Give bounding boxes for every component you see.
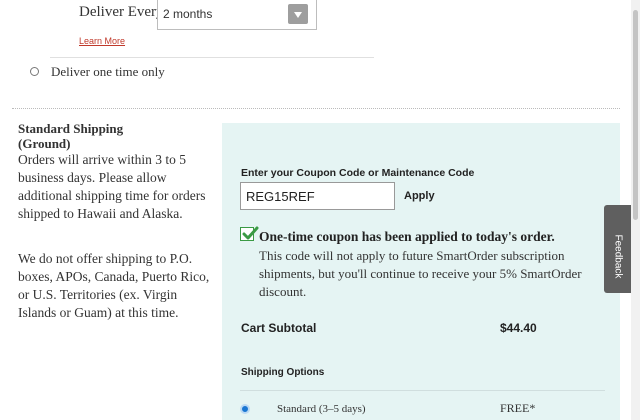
scrollbar-thumb[interactable] xyxy=(633,10,638,220)
frequency-select-value: 2 months xyxy=(163,7,213,21)
deliver-one-time-radio[interactable] xyxy=(30,67,39,76)
divider xyxy=(240,390,605,391)
standard-shipping-radio[interactable] xyxy=(240,404,250,414)
divider xyxy=(50,57,374,58)
feedback-tab[interactable]: Feedback xyxy=(604,205,632,293)
deliver-one-time-label[interactable]: Deliver one time only xyxy=(51,64,165,80)
standard-shipping-price: FREE* xyxy=(500,401,536,415)
coupon-applied-title: One-time coupon has been applied to toda… xyxy=(259,229,555,244)
learn-more-link[interactable]: Learn More xyxy=(79,36,125,46)
coupon-applied-body: This code will not apply to future Smart… xyxy=(259,248,582,299)
frequency-select[interactable]: 2 months xyxy=(157,0,317,30)
order-summary-panel: Enter your Coupon Code or Maintenance Co… xyxy=(222,123,620,420)
feedback-label: Feedback xyxy=(612,234,624,279)
coupon-label: Enter your Coupon Code or Maintenance Co… xyxy=(241,167,475,179)
cart-subtotal-value: $44.40 xyxy=(500,321,537,335)
shipping-restrictions-text: We do not offer shipping to P.O. boxes, … xyxy=(18,251,210,320)
coupon-input[interactable] xyxy=(240,182,395,210)
shipping-info-text: Orders will arrive within 3 to 5 busines… xyxy=(18,152,206,221)
checkmark-icon xyxy=(240,226,259,241)
standard-shipping-label[interactable]: Standard (3–5 days) xyxy=(277,403,366,415)
section-divider xyxy=(12,108,620,109)
shipping-title: Standard Shipping (Ground) xyxy=(18,121,124,151)
deliver-every-label: Deliver Every xyxy=(79,4,164,20)
cart-subtotal-label: Cart Subtotal xyxy=(241,321,317,335)
scrollbar[interactable] xyxy=(631,0,640,420)
chevron-down-icon[interactable] xyxy=(288,4,308,24)
shipping-options-label: Shipping Options xyxy=(241,367,325,378)
apply-button[interactable]: Apply xyxy=(404,190,435,202)
